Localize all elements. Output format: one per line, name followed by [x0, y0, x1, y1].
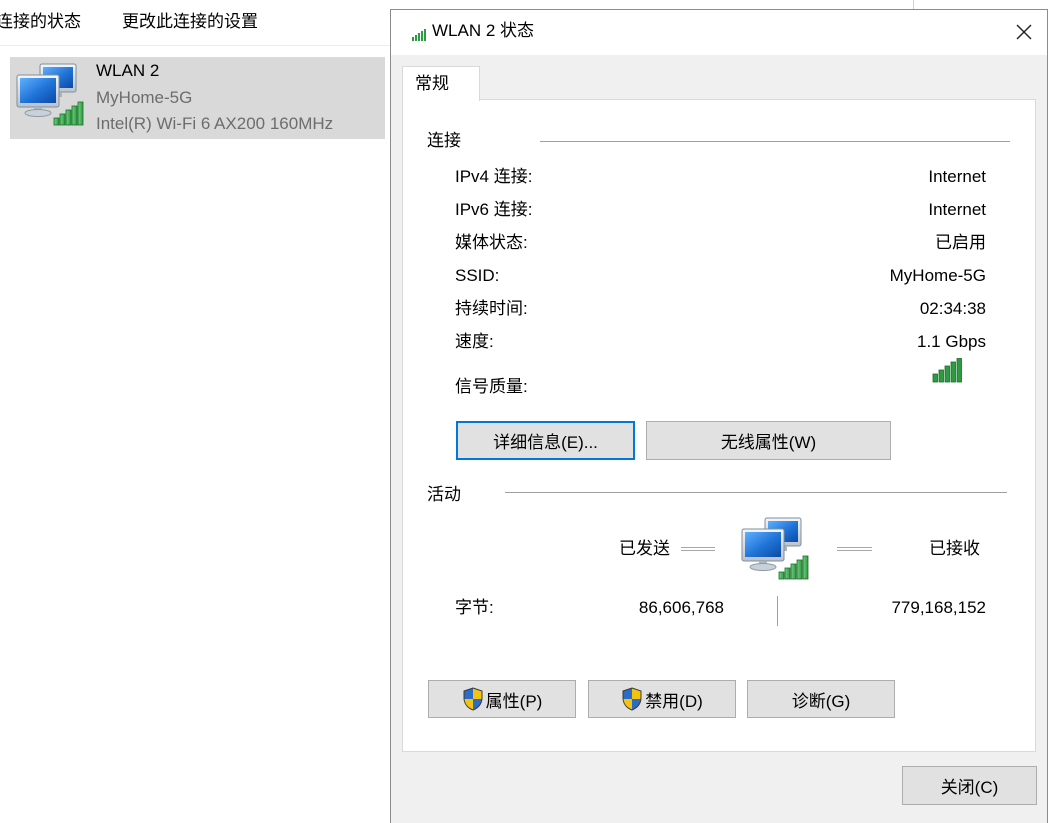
dialog-title: WLAN 2 状态	[432, 21, 535, 40]
signal-bars-icon	[412, 29, 426, 41]
bytes-label: 字节:	[455, 598, 494, 617]
connection-network: MyHome-5G	[96, 88, 193, 107]
bytes-sent-value: 86,606,768	[638, 598, 724, 617]
signal-quality-icon	[932, 358, 962, 383]
wireless-properties-button[interactable]: 无线属性(W)	[646, 421, 891, 460]
speed-label: 速度:	[455, 332, 494, 351]
connection-group-heading: 连接	[427, 131, 461, 150]
ipv6-value: Internet	[928, 200, 986, 219]
ipv4-label: IPv4 连接:	[455, 167, 533, 186]
ipv4-value: Internet	[928, 167, 986, 186]
tab-general-label: 常规	[415, 74, 449, 93]
connection-group-rule	[540, 141, 1010, 142]
uac-shield-icon	[463, 687, 483, 711]
disable-button-label: 禁用(D)	[645, 691, 703, 711]
ssid-value: MyHome-5G	[889, 266, 986, 285]
connection-name: WLAN 2	[96, 61, 160, 80]
speed-value: 1.1 Gbps	[917, 332, 986, 351]
media-state-label: 媒体状态:	[455, 233, 528, 252]
window-edge	[913, 0, 914, 9]
network-computers-icon	[741, 517, 809, 580]
bytes-received-value: 779,168,152	[891, 598, 986, 617]
activity-group-rule	[505, 492, 1007, 493]
close-button[interactable]: 关闭(C)	[902, 766, 1037, 805]
sent-label: 已发送	[619, 539, 670, 558]
close-icon[interactable]	[1014, 22, 1034, 42]
media-state-value: 已启用	[935, 233, 986, 252]
received-label: 已接收	[929, 539, 980, 558]
disable-button[interactable]: 禁用(D)	[588, 680, 736, 718]
sent-line	[681, 547, 715, 551]
duration-label: 持续时间:	[455, 299, 528, 318]
properties-button[interactable]: 属性(P)	[428, 680, 576, 718]
uac-shield-icon	[622, 687, 642, 711]
view-status-command[interactable]: 连接的状态	[0, 12, 81, 32]
signal-quality-label: 信号质量:	[455, 377, 528, 396]
network-computers-icon	[16, 63, 84, 126]
details-button[interactable]: 详细信息(E)...	[456, 421, 635, 460]
change-settings-command[interactable]: 更改此连接的设置	[122, 12, 258, 32]
diagnose-button-label: 诊断(G)	[791, 691, 851, 711]
connection-adapter: Intel(R) Wi-Fi 6 AX200 160MHz	[96, 114, 334, 133]
properties-button-label: 属性(P)	[485, 691, 543, 711]
diagnose-button[interactable]: 诊断(G)	[747, 680, 895, 718]
ssid-label: SSID:	[455, 266, 500, 285]
ipv6-label: IPv6 连接:	[455, 200, 533, 219]
bytes-divider	[777, 596, 780, 626]
received-line	[837, 547, 872, 551]
duration-value: 02:34:38	[919, 299, 986, 318]
activity-group-heading: 活动	[427, 485, 461, 504]
